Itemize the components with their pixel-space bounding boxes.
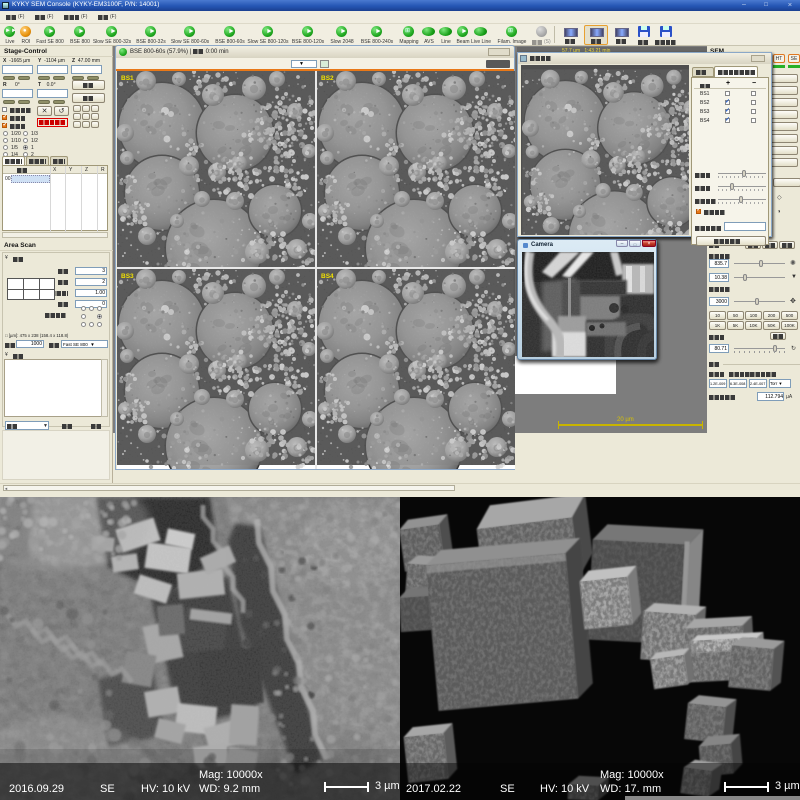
svg-text:BS2: BS2	[321, 75, 334, 82]
svg-text:BS4: BS4	[321, 273, 334, 280]
svg-text:BS3: BS3	[121, 273, 134, 280]
svg-text:BS1: BS1	[121, 75, 134, 82]
